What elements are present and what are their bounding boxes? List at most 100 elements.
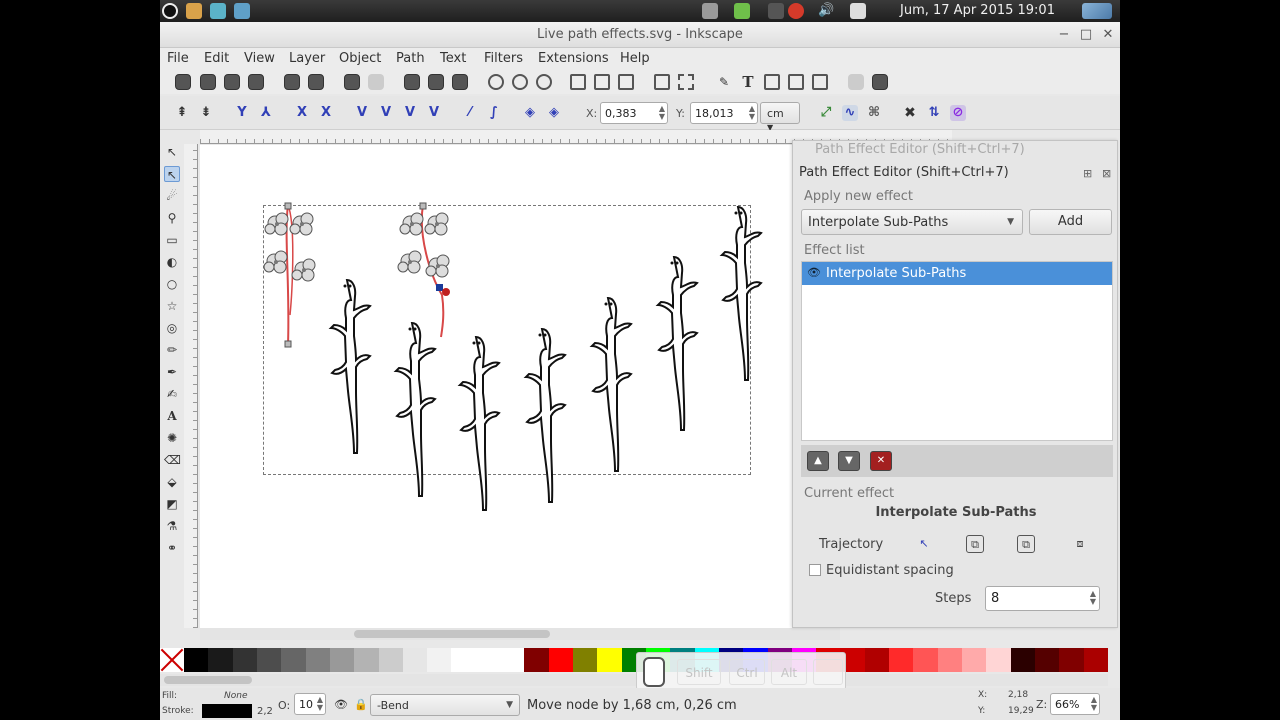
close-icon[interactable]: ✕ xyxy=(1100,27,1116,43)
steps-input[interactable]: 8 ▲ ▼ xyxy=(985,586,1100,611)
edit-path-effect-icon[interactable]: ∿ xyxy=(842,105,858,121)
folder-icon[interactable] xyxy=(234,3,250,19)
power-icon[interactable] xyxy=(162,3,178,19)
print-icon[interactable] xyxy=(248,74,264,90)
y-coord-input[interactable]: 18,013 ▲ ▼ xyxy=(690,102,758,124)
dropper-tool-icon[interactable]: ⚗ xyxy=(164,518,180,534)
color-swatch[interactable] xyxy=(889,648,914,672)
zoom-selection-icon[interactable] xyxy=(488,74,504,90)
save-doc-icon[interactable] xyxy=(224,74,240,90)
color-swatch[interactable] xyxy=(378,648,403,672)
insert-node-icon[interactable]: ⇞ xyxy=(174,105,190,121)
x-coord-input[interactable]: 0,383 ▲ ▼ xyxy=(600,102,668,124)
show-outline-icon[interactable]: ⇅ xyxy=(926,105,942,121)
zoom-input[interactable]: 66% ▲ ▼ xyxy=(1050,693,1100,715)
break-path-icon[interactable]: ⅄ xyxy=(258,105,274,121)
link-path-icon[interactable]: ⧈ xyxy=(1071,535,1089,553)
color-swatch[interactable] xyxy=(1010,648,1035,672)
color-swatch[interactable] xyxy=(305,648,330,672)
menu-layer[interactable]: Layer xyxy=(289,51,325,66)
menu-edit[interactable]: Edit xyxy=(204,51,229,66)
star-tool-icon[interactable]: ☆ xyxy=(164,298,180,314)
zoom-tool-icon[interactable]: ⚲ xyxy=(164,210,180,226)
paste-icon[interactable] xyxy=(452,74,468,90)
node-cusp-icon[interactable]: V xyxy=(354,105,370,121)
clock[interactable]: Jum, 17 Apr 2015 19:01 xyxy=(900,3,1055,18)
color-swatch[interactable] xyxy=(281,648,306,672)
copy-icon[interactable] xyxy=(404,74,420,90)
show-handles-icon[interactable]: ⌘ xyxy=(866,105,882,121)
new-doc-icon[interactable] xyxy=(175,74,191,90)
align-icon[interactable] xyxy=(788,74,804,90)
color-swatch[interactable] xyxy=(524,648,549,672)
move-up-icon[interactable]: ▲ xyxy=(807,451,829,471)
color-swatch[interactable] xyxy=(1034,648,1060,672)
layer-visibility-icon[interactable]: 👁 xyxy=(334,698,348,711)
palette-scroll-thumb[interactable] xyxy=(164,676,252,684)
volume-icon[interactable]: 🔊 xyxy=(818,3,834,19)
unit-select[interactable]: cm ▼ xyxy=(760,102,800,132)
color-swatch[interactable] xyxy=(232,648,257,672)
segment-curve-icon[interactable]: ∫ xyxy=(486,105,502,121)
color-swatch[interactable] xyxy=(937,648,962,672)
color-swatch[interactable] xyxy=(256,648,282,672)
spiral-tool-icon[interactable]: ◎ xyxy=(164,320,180,336)
effect-type-select[interactable]: Interpolate Sub-Paths ▼ xyxy=(801,209,1023,235)
horizontal-scrollbar[interactable] xyxy=(200,628,840,640)
node-smooth-icon[interactable]: V xyxy=(378,105,394,121)
eraser-tool-icon[interactable]: ⌫ xyxy=(164,452,181,468)
menu-view[interactable]: View xyxy=(244,51,275,66)
delete-effect-icon[interactable]: ✕ xyxy=(870,451,892,471)
workspace-icon[interactable] xyxy=(1082,3,1112,19)
3d-box-tool-icon[interactable]: ◐ xyxy=(164,254,180,270)
color-swatch[interactable] xyxy=(913,648,938,672)
delete-node-icon[interactable]: ⇟ xyxy=(198,105,214,121)
layer-lock-icon[interactable]: 🔒 xyxy=(354,698,368,711)
color-swatch[interactable] xyxy=(402,648,428,672)
color-swatch[interactable] xyxy=(1083,648,1108,672)
horizontal-scroll-thumb[interactable] xyxy=(354,630,550,638)
network-icon[interactable] xyxy=(768,3,784,19)
menu-text[interactable]: Text xyxy=(440,51,466,66)
redo-icon[interactable] xyxy=(368,74,384,90)
paste-path-icon[interactable]: ⧉ xyxy=(1017,535,1035,553)
menu-file[interactable]: File xyxy=(167,51,189,66)
path-outline-icon[interactable]: ⊘ xyxy=(950,105,966,121)
dock-close-icon[interactable]: ⊠ xyxy=(1102,167,1111,180)
equidistant-spacing-checkbox[interactable] xyxy=(809,564,821,576)
copy-path-icon[interactable]: ⧉ xyxy=(966,535,984,553)
add-effect-button[interactable]: Add xyxy=(1029,209,1112,235)
color-swatch[interactable] xyxy=(548,648,573,672)
dock-float-icon[interactable]: ⊞ xyxy=(1083,167,1092,180)
xml-editor-icon[interactable] xyxy=(764,74,780,90)
app-launcher-icon[interactable] xyxy=(186,3,202,19)
ungroup-icon[interactable] xyxy=(678,74,694,90)
palette-scrollbar[interactable] xyxy=(160,674,1108,686)
edit-clip-icon[interactable]: ⤢ xyxy=(818,105,834,121)
color-swatch[interactable] xyxy=(208,648,233,672)
move-down-icon[interactable]: ▼ xyxy=(838,451,860,471)
keyboard-icon[interactable] xyxy=(702,3,718,19)
eye-icon[interactable]: 👁 xyxy=(807,266,821,279)
stroke-to-path-icon[interactable]: ◈ xyxy=(546,105,562,121)
stroke-width[interactable]: 2,2 xyxy=(257,706,273,717)
steps-stepper[interactable]: ▲ ▼ xyxy=(1090,590,1096,606)
clone-icon[interactable] xyxy=(594,74,610,90)
window-list-icon[interactable] xyxy=(850,3,866,19)
delete-segment-icon[interactable]: X xyxy=(318,105,334,121)
fill-value[interactable]: None xyxy=(224,691,247,701)
menu-object[interactable]: Object xyxy=(339,51,381,66)
color-swatch[interactable] xyxy=(451,648,476,672)
edit-on-canvas-icon[interactable]: ↖ xyxy=(915,535,933,553)
join-segment-icon[interactable]: X xyxy=(294,105,310,121)
segment-line-icon[interactable]: ⁄ xyxy=(462,105,478,121)
pen-tool-icon[interactable]: ✒ xyxy=(164,364,180,380)
zoom-page-icon[interactable] xyxy=(536,74,552,90)
import-icon[interactable] xyxy=(284,74,300,90)
connector-tool-icon[interactable]: ⚭ xyxy=(164,540,180,556)
menu-help[interactable]: Help xyxy=(620,51,650,66)
maximize-icon[interactable]: □ xyxy=(1078,27,1094,43)
pencil-tool-icon[interactable]: ✏ xyxy=(164,342,180,358)
rect-tool-icon[interactable]: ▭ xyxy=(164,232,180,248)
unlink-clone-icon[interactable] xyxy=(618,74,634,90)
